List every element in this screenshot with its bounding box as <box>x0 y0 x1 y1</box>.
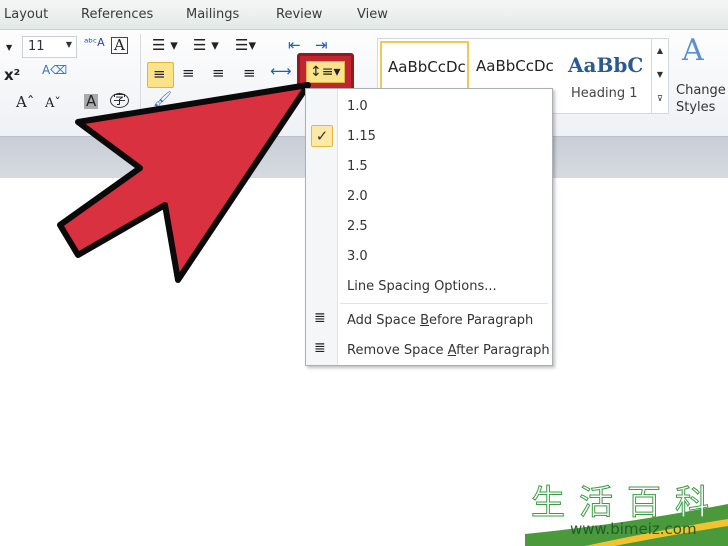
watermark-logo: 生活百科 <box>531 483 723 523</box>
watermark: 生活百科 www.bimeiz.com <box>525 484 728 546</box>
label: Add Space <box>347 313 421 328</box>
label: Remove Space <box>347 343 448 358</box>
menu-item-3-0[interactable]: 3.0 <box>347 249 368 264</box>
label: efore Paragraph <box>428 313 534 328</box>
watermark-url: www.bimeiz.com <box>570 520 697 538</box>
accel: B <box>420 313 429 328</box>
menu-divider <box>340 303 548 304</box>
add-space-before-item[interactable]: Add Space Before Paragraph <box>347 313 533 328</box>
line-spacing-menu: ✓ 1.0 1.15 1.5 2.0 2.5 3.0 Line Spacing … <box>305 88 553 366</box>
label: fter Paragraph <box>456 343 550 358</box>
remove-space-after-item[interactable]: Remove Space After Paragraph <box>347 343 550 358</box>
accel: A <box>447 343 457 358</box>
checkmark-icon: ✓ <box>311 125 333 147</box>
line-spacing-options[interactable]: Line Spacing Options... <box>347 279 497 294</box>
menu-item-1-5[interactable]: 1.5 <box>347 159 368 174</box>
menu-item-1-0[interactable]: 1.0 <box>347 99 368 114</box>
menu-item-2-5[interactable]: 2.5 <box>347 219 368 234</box>
menu-item-1-15[interactable]: 1.15 <box>347 129 376 144</box>
add-space-before-icon: ≣ <box>314 310 326 326</box>
menu-item-2-0[interactable]: 2.0 <box>347 189 368 204</box>
remove-space-after-icon: ≣ <box>314 340 326 356</box>
